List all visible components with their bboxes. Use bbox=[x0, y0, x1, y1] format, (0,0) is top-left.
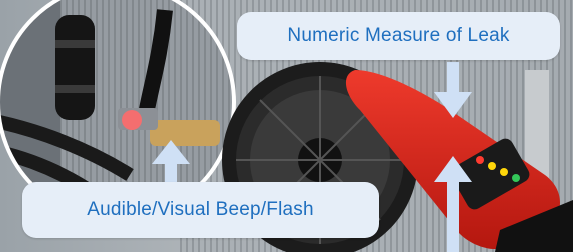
brass-fitting bbox=[150, 120, 220, 146]
numeric-measure-label: Numeric Measure of Leak bbox=[237, 12, 560, 60]
receiver-drier bbox=[55, 15, 95, 120]
leak-flash-light bbox=[122, 110, 142, 130]
audible-visual-label: Audible/Visual Beep/Flash bbox=[22, 182, 379, 238]
